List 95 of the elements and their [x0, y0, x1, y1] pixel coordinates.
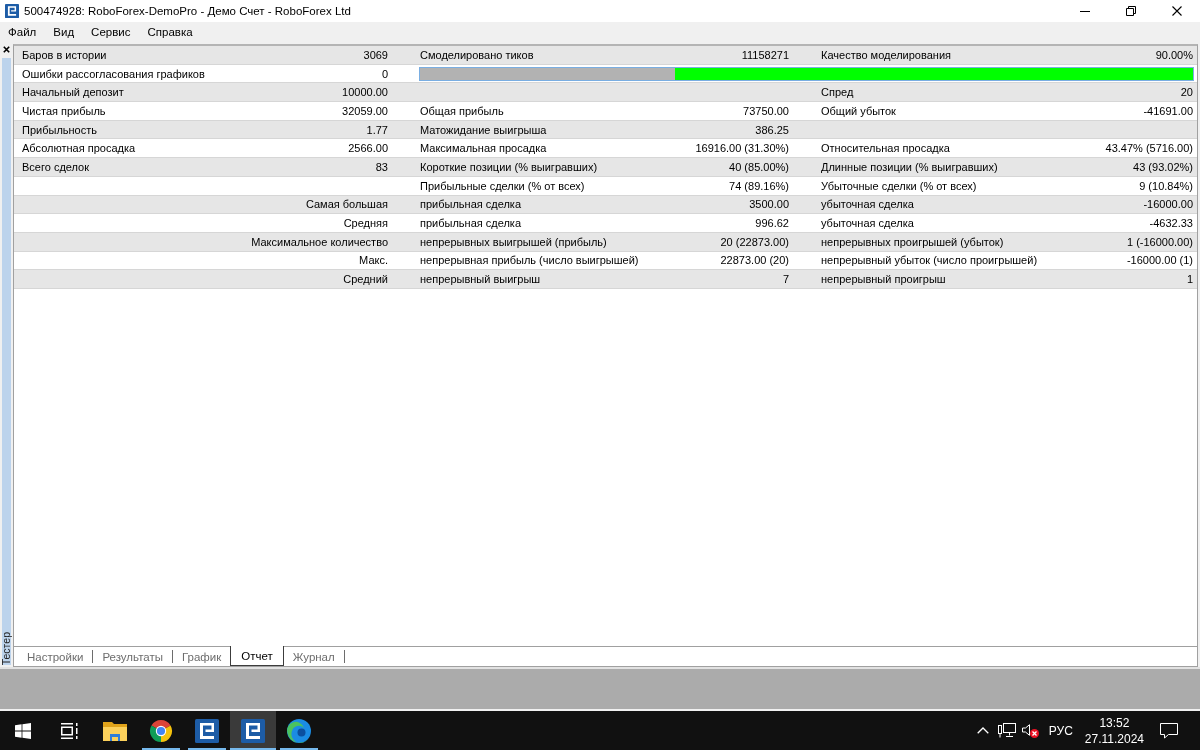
stat-label: Ошибки рассогласования графиков [22, 66, 205, 81]
stat-group-label: Самая большая [305, 197, 388, 212]
stat-label: Прибыльность [22, 122, 97, 137]
tab[interactable]: Отчет [230, 646, 284, 666]
close-icon [1172, 6, 1182, 16]
tab[interactable]: Настройки [18, 647, 93, 666]
clock-time[interactable]: 13:52 [1099, 714, 1130, 731]
stat-label: непрерывный выигрыш [420, 272, 541, 287]
stat-value: 7 [782, 272, 789, 287]
square-logo-icon [5, 4, 19, 18]
clock-date[interactable]: 27.11.2024 [1084, 730, 1144, 747]
folder-icon [103, 720, 127, 741]
square-logo-icon [241, 718, 265, 743]
stat-label: Убыточные сделки (% от всех) [821, 178, 977, 193]
stat-value: 2566.00 [348, 141, 388, 156]
stat-label: Общий убыток [821, 103, 896, 118]
stat-value: 10000.00 [342, 85, 388, 100]
stat-value: 3069 [363, 47, 388, 62]
panel-title: Тестер [2, 630, 11, 665]
speaker-muted-icon[interactable] [1021, 723, 1039, 738]
minimize-icon [1080, 10, 1090, 12]
chevron-up-icon[interactable] [976, 727, 989, 734]
stat-value: 16916.00 (31.30%) [695, 141, 789, 156]
tab[interactable]: Результаты [93, 647, 172, 666]
stat-value: 43 (93.02%) [1133, 159, 1193, 174]
start-icon [15, 722, 31, 739]
stat-value: 20 [1180, 85, 1193, 100]
stat-group-label: Средняя [343, 216, 388, 231]
stat-label: Всего сделок [22, 159, 90, 174]
stat-label: Чистая прибыль [22, 103, 106, 118]
window-title: 500474928: RoboForex-DemoPro - Демо Счет - RoboForex Ltd [24, 5, 351, 17]
stat-value: 40 (85.00%) [729, 159, 789, 174]
stat-label: Длинные позиции (% выигравших) [821, 159, 998, 174]
close-icon[interactable] [3, 46, 10, 53]
menu-item[interactable]: Справка [139, 24, 202, 39]
stat-label: непрерывный убыток (число проигрышей) [821, 253, 1038, 268]
swirl-logo-icon [287, 718, 311, 743]
stat-value: 22873.00 (20) [720, 253, 789, 268]
stat-group-label: Максимальное количество [251, 234, 388, 249]
stat-value: 32059.00 [342, 103, 388, 118]
stat-value: -41691.00 [1143, 103, 1193, 118]
stat-value: 43.47% (5716.00) [1105, 141, 1193, 156]
speech-bubble-icon[interactable] [1160, 722, 1178, 739]
stat-value: 0 [381, 66, 388, 81]
menu-item[interactable]: Сервис [83, 24, 140, 39]
stat-value: 3500.00 [749, 197, 789, 212]
stat-label: непрерывных проигрышей (убыток) [821, 234, 1004, 249]
stat-label: непрерывный проигрыш [821, 272, 946, 287]
stat-label: Общая прибыль [420, 103, 504, 118]
stat-label: Короткие позиции (% выигравших) [420, 159, 598, 174]
stat-value: 74 (89.16%) [729, 178, 789, 193]
restore-icon [1126, 6, 1136, 16]
stat-label: непрерывных выигрышей (прибыль) [420, 234, 607, 249]
stat-value: -16000.00 [1143, 197, 1193, 212]
stat-label: Спред [821, 85, 854, 100]
stat-label: убыточная сделка [821, 216, 914, 231]
stat-label: непрерывная прибыль (число выигрышей) [420, 253, 639, 268]
stat-label: Матожидание выигрыша [420, 122, 547, 137]
stat-label: Смоделировано тиков [420, 47, 534, 62]
panel-title-bar[interactable]: Тестер [2, 58, 11, 665]
stat-label: прибыльная сделка [420, 216, 522, 231]
round-logo-icon [149, 718, 173, 743]
stat-label: убыточная сделка [821, 197, 914, 212]
stat-value: 20 (22873.00) [720, 234, 789, 249]
menu-item[interactable]: Файл [0, 24, 46, 39]
stat-label: Начальный депозит [22, 85, 124, 100]
stat-value: 9 (10.84%) [1139, 178, 1193, 193]
stat-label: Прибыльные сделки (% от всех) [420, 178, 585, 193]
stat-label: Качество моделирования [821, 47, 951, 62]
stat-group-label: Средний [343, 272, 388, 287]
taskbar-app-button[interactable] [230, 711, 276, 750]
stat-value: 90.00% [1155, 47, 1193, 62]
stat-value: -4632.33 [1149, 216, 1193, 231]
stat-value: 73750.00 [743, 103, 789, 118]
stat-value: 386.25 [755, 122, 789, 137]
stat-value: 1 (-16000.00) [1126, 234, 1193, 249]
monitor-icon[interactable] [997, 723, 1016, 738]
square-logo-icon [195, 718, 219, 743]
stat-label: Относительная просадка [821, 141, 950, 156]
stat-label: Максимальная просадка [420, 141, 547, 156]
language-indicator[interactable]: РУС [1048, 723, 1073, 738]
stat-value: 1 [1186, 272, 1193, 287]
stat-value: -16000.00 (1) [1126, 253, 1193, 268]
stat-value: 11158271 [741, 47, 789, 62]
stat-value: 83 [375, 159, 388, 174]
stat-label: Баров в истории [22, 47, 107, 62]
stat-label: прибыльная сделка [420, 197, 522, 212]
tab[interactable]: Журнал [283, 647, 344, 666]
stat-value: 996.62 [755, 216, 789, 231]
task-view-icon [60, 722, 78, 739]
tab[interactable]: График [172, 647, 231, 666]
stat-value: 1.77 [366, 122, 388, 137]
stat-label: Абсолютная просадка [22, 141, 136, 156]
menu-item[interactable]: Вид [45, 24, 84, 39]
stat-group-label: Макс. [359, 253, 388, 268]
